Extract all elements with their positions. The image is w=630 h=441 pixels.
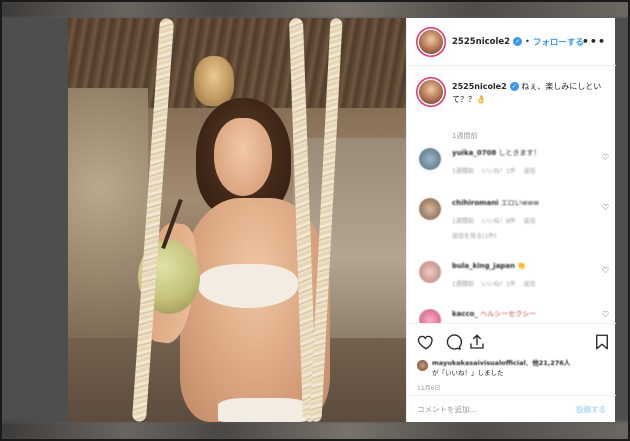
comment-text: yuika_0708 しときます！: [452, 149, 541, 157]
background-strip-top: [0, 0, 630, 18]
caption-avatar[interactable]: [419, 80, 443, 104]
photo-face: [214, 118, 272, 196]
photo-bikini-bottom: [218, 398, 308, 422]
comment-text: bula_king_japan 👏: [452, 262, 526, 270]
photo-lamp: [194, 56, 234, 106]
comment-avatar[interactable]: [419, 198, 441, 220]
post-photo[interactable]: [68, 18, 406, 422]
follow-button[interactable]: フォローする: [533, 36, 584, 48]
post-caption: 2525nicole2 ✓ ねぇ、楽しみにしといて？？👌: [419, 80, 609, 106]
post-actions: [407, 323, 616, 361]
post-date: 11月6日: [417, 385, 441, 392]
photo-stone-wall: [68, 88, 148, 338]
comment-icon[interactable]: [444, 333, 462, 351]
likes-summary: mayukakasaivisualofficial、他21,276人 が「いいね…: [417, 358, 612, 378]
bookmark-icon[interactable]: [593, 333, 611, 351]
comment-avatar[interactable]: [419, 309, 441, 323]
comment-item: kacco_ ヘルシーセクシー ♡: [419, 309, 609, 323]
likes-suffix: が「いいね！」しました: [432, 369, 504, 377]
share-icon[interactable]: [468, 333, 486, 351]
comment-input[interactable]: [417, 404, 576, 414]
likes-count[interactable]: 他21,276人: [532, 359, 570, 367]
comment-like-icon[interactable]: ♡: [602, 310, 609, 319]
heart-icon[interactable]: [417, 333, 435, 351]
comment-text: kacco_ ヘルシーセクシー: [452, 310, 537, 318]
author-username[interactable]: 2525nicole2 ✓: [452, 36, 523, 47]
verified-badge-icon: ✓: [509, 82, 519, 91]
caption-timestamp: 1週間前: [452, 132, 478, 140]
comment-text: chihiromani エロいwww: [452, 199, 539, 207]
view-replies-link[interactable]: 返信を見る(1件): [452, 231, 592, 240]
post-side-panel: 2525nicole2 ✓ • フォローする ••• 2525nicole2 ✓ ね…: [406, 18, 616, 422]
comment-item: yuika_0708 しときます！ 1週間前 いいね！1件 返信 ♡: [419, 148, 609, 175]
verified-badge-icon: ✓: [513, 36, 523, 46]
comment-avatar[interactable]: [419, 148, 441, 170]
photo-bikini-top: [198, 264, 298, 308]
comment-item: bula_king_japan 👏 1週間前 いいね！1件 返信 ♡: [419, 261, 609, 288]
header-separator: •: [525, 37, 530, 46]
post-modal: 2525nicole2 ✓ • フォローする ••• 2525nicole2 ✓ ね…: [68, 18, 616, 422]
comment-like-icon[interactable]: ♡: [602, 266, 609, 275]
add-comment-bar: 投稿する: [407, 395, 616, 422]
comment-meta: 1週間前 いいね！1件 返信: [452, 168, 536, 175]
caption-text: 2525nicole2 ✓ ねぇ、楽しみにしといて？？👌: [452, 80, 609, 106]
liker-avatar[interactable]: [417, 360, 428, 371]
likes-text: mayukakasaivisualofficial、他21,276人 が「いいね…: [432, 359, 571, 377]
more-options-icon[interactable]: •••: [582, 35, 606, 48]
comment-meta: 1週間前 いいね！9件 返信: [452, 218, 536, 225]
caption-username[interactable]: 2525nicole2: [452, 82, 507, 91]
post-comment-button[interactable]: 投稿する: [576, 404, 606, 415]
background-left: [0, 18, 68, 422]
background-strip-bottom: [0, 422, 630, 441]
comment-like-icon[interactable]: ♡: [602, 153, 609, 162]
comment-avatar[interactable]: [419, 261, 441, 283]
background-right: [615, 18, 630, 422]
post-header: 2525nicole2 ✓ • フォローする •••: [407, 18, 616, 66]
liker-username[interactable]: mayukakasaivisualofficial: [432, 359, 526, 367]
author-avatar[interactable]: [419, 29, 443, 54]
comment-meta: 1週間前 いいね！1件 返信: [452, 281, 536, 288]
comment-item: chihiromani エロいwww 1週間前 いいね！9件 返信 返信を見る(1件…: [419, 198, 609, 240]
comment-like-icon[interactable]: ♡: [602, 203, 609, 212]
